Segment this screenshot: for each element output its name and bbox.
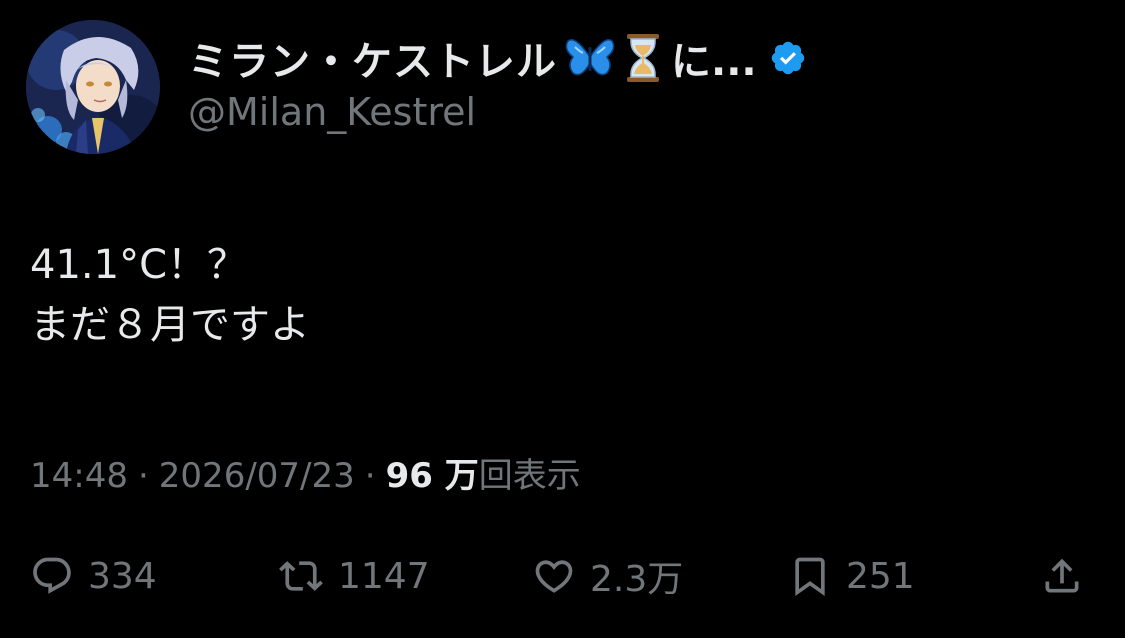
hourglass-emoji-icon — [623, 32, 663, 84]
retweet-button[interactable]: 1147 — [278, 548, 430, 604]
reply-button[interactable]: 334 — [30, 548, 157, 604]
views-count[interactable]: 96 万 — [386, 448, 479, 497]
tweet-text: 41.1°C！？ まだ８月ですよ — [30, 235, 310, 355]
verified-badge-icon[interactable] — [769, 39, 807, 77]
tweet-time[interactable]: 14:48 — [30, 456, 128, 496]
avatar[interactable] — [26, 20, 160, 154]
like-count: 2.3万 — [590, 559, 684, 600]
butterfly-emoji-icon — [565, 35, 615, 81]
meta-separator: · — [137, 456, 149, 496]
share-button[interactable] — [1040, 548, 1084, 604]
heart-icon — [535, 560, 573, 593]
display-name-row[interactable]: ミラン・ケストレル に... — [188, 30, 807, 86]
retweet-count: 1147 — [338, 555, 430, 597]
tweet-text-line: まだ８月ですよ — [30, 302, 310, 348]
display-name[interactable]: ミラン・ケストレル — [188, 29, 557, 87]
tweet-meta: 14:48 · 2026/07/23 · 96 万回表示 — [30, 448, 581, 497]
reply-count: 334 — [88, 555, 157, 597]
bookmark-button[interactable]: 251 — [788, 548, 915, 604]
meta-separator: · — [364, 456, 376, 496]
retweet-icon — [279, 561, 323, 591]
views-label: 回表示 — [478, 456, 581, 496]
display-name-suffix: に... — [671, 39, 757, 85]
tweet: ミラン・ケストレル に... @Milan_Kestrel 41.1°C！？ ま… — [0, 0, 1125, 638]
tweet-date[interactable]: 2026/07/23 — [159, 456, 355, 496]
avatar-image — [26, 20, 160, 154]
like-button[interactable]: 2.3万 — [532, 548, 683, 604]
reply-icon — [33, 557, 71, 594]
share-icon — [1045, 558, 1079, 593]
author-handle[interactable]: @Milan_Kestrel — [188, 90, 476, 134]
bookmark-count: 251 — [846, 555, 915, 597]
tweet-text-line: 41.1°C！？ — [30, 242, 247, 288]
action-bar: 334 1147 2.3万 251 — [0, 548, 1125, 604]
bookmark-icon — [795, 557, 825, 597]
